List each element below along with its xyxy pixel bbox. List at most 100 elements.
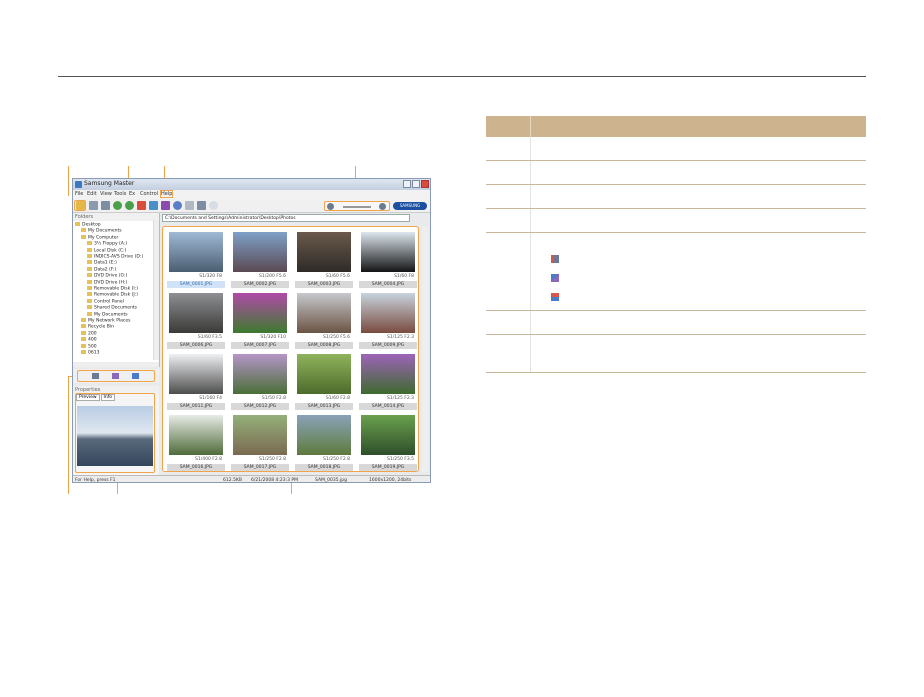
tab-info[interactable]: Info — [100, 394, 116, 401]
print-icon[interactable] — [89, 201, 98, 210]
thumbnail-exif: S1/400 F2.8 — [195, 457, 222, 462]
folder-tree-item[interactable]: 3½ Floppy (A:) — [87, 241, 127, 247]
folder-hscrollbar[interactable] — [73, 362, 159, 367]
photo-thumbnail[interactable]: S1/250 F2.8 SAM_0017.JPG — [231, 413, 289, 471]
folder-tree-item[interactable]: Shared Documents — [87, 305, 137, 311]
folder-tree-item[interactable]: 200 — [81, 330, 97, 336]
folder-label: 400 — [88, 337, 97, 343]
photo-thumbnail[interactable]: S1/60 F5.6 SAM_0003.JPG — [295, 230, 353, 288]
photo-thumbnail[interactable]: S1/125 F2.3 SAM_0014.JPG — [359, 352, 417, 410]
rotate-right-icon[interactable] — [125, 201, 134, 210]
delete-icon[interactable] — [137, 201, 146, 210]
folder-tree-item[interactable]: Data1 (E:) — [87, 260, 117, 266]
edit-view-icon[interactable] — [112, 373, 119, 379]
thumbnail-exif: S1/250 F5.6 — [323, 335, 350, 340]
disc-icon[interactable] — [209, 201, 218, 210]
folder-scrollbar[interactable] — [153, 220, 159, 360]
folder-tree-item[interactable]: My Documents — [87, 311, 128, 317]
menu-view[interactable]: View — [100, 191, 112, 197]
tab-preview[interactable]: Preview — [76, 394, 100, 401]
zoom-out-icon[interactable] — [327, 203, 334, 210]
photo-thumbnail[interactable]: S1/320 F10 SAM_0007.JPG — [231, 291, 289, 349]
thumbnail-exif: S1/320 F10 — [260, 335, 286, 340]
app-icon — [75, 181, 82, 188]
photo-thumbnail[interactable]: S1/125 F2.3 SAM_0009.JPG — [359, 291, 417, 349]
menu-control[interactable]: Control — [140, 191, 158, 197]
photo-thumbnail[interactable]: S1/250 F2.8 SAM_0018.JPG — [295, 413, 353, 471]
window-title: Samsung Master — [84, 180, 135, 187]
thumbnail-exif: S1/60 F2.8 — [325, 396, 350, 401]
folder-label: My Computer — [88, 235, 119, 241]
status-date: 6/21/2008 4:23:3 PM — [251, 478, 299, 483]
photo-thumbnail[interactable]: S1/200 F5.6 SAM_0002.JPG — [231, 230, 289, 288]
folder-tree-item[interactable]: Local Disk (C:) — [87, 247, 126, 253]
compare-view-icon[interactable] — [132, 373, 139, 379]
folder-tree-item[interactable]: My Computer — [81, 234, 119, 241]
list-icon[interactable] — [197, 201, 206, 210]
address-bar[interactable]: C:\Documents and Settings\Administrator\… — [162, 214, 410, 222]
folder-tree-item[interactable]: My Documents — [81, 228, 122, 234]
view-mode-group — [77, 370, 155, 382]
folder-tree-item[interactable]: DVD Drive (G:) — [87, 273, 127, 279]
thumbnail-image — [361, 415, 415, 455]
photo-thumbnail[interactable]: S1/60 F8 SAM_0004.JPG — [359, 230, 417, 288]
folder-tree-item[interactable]: DVD Drive (H:) — [87, 279, 127, 285]
globe-icon[interactable] — [173, 201, 182, 210]
thumbnail-exif: S1/125 F2.3 — [387, 396, 414, 401]
folder-label: Removable Disk (I:) — [94, 286, 139, 292]
folder-icon — [81, 350, 86, 354]
folder-icon — [87, 273, 92, 278]
folder-icon — [87, 305, 92, 310]
thumbnail-view-icon[interactable] — [92, 373, 99, 379]
minimize-button[interactable] — [403, 180, 411, 188]
photo-thumbnail[interactable]: S1/250 F5.6 SAM_0008.JPG — [295, 291, 353, 349]
menu-tools[interactable]: Tools — [114, 191, 126, 197]
grid-scrollbar[interactable] — [422, 226, 428, 472]
refresh-icon[interactable] — [149, 201, 158, 210]
photo-thumbnail[interactable]: S1/250 F3.5 SAM_0019.JPG — [359, 413, 417, 471]
menu-edit[interactable]: Edit — [87, 191, 97, 197]
save-icon[interactable] — [101, 201, 110, 210]
folder-tree-item[interactable]: Desktop — [75, 222, 101, 228]
folder-tree-item[interactable]: Recycle Bin — [81, 324, 114, 330]
thumbnail-image — [297, 232, 351, 272]
menu-file[interactable]: File — [75, 191, 83, 197]
zoom-in-icon[interactable] — [379, 203, 386, 210]
thumbnail-filename: SAM_0007.JPG — [231, 342, 289, 349]
folder-tree-item[interactable]: Control Panel — [87, 298, 124, 305]
zoom-slider[interactable] — [343, 206, 371, 208]
folder-tree-item[interactable]: Removable Disk (J:) — [87, 292, 138, 298]
folder-tree-item[interactable]: Data2 (F:) — [87, 266, 116, 272]
photo-thumbnail[interactable]: S1/50 F2.8 SAM_0012.JPG — [231, 352, 289, 410]
edit-icon[interactable] — [161, 201, 170, 210]
photo-thumbnail[interactable]: S1/60 F3.5 SAM_0006.JPG — [167, 291, 225, 349]
status-bar: For Help, press F1 612.5KB 6/21/2008 4:2… — [73, 475, 430, 483]
thumbnail-filename: SAM_0001.JPG — [167, 281, 225, 288]
edit-view-icon — [551, 274, 559, 282]
column-divider — [530, 185, 531, 208]
open-folder-icon[interactable] — [76, 201, 85, 210]
samsung-master-window: Samsung Master File Edit View Tools Ex C… — [72, 178, 431, 483]
rotate-left-icon[interactable] — [113, 201, 122, 210]
folder-tree-item[interactable]: 400 — [81, 337, 97, 343]
photo-thumbnail[interactable]: S1/60 F2.8 SAM_0013.JPG — [295, 352, 353, 410]
photo-thumbnail[interactable]: S1/400 F2.8 SAM_0016.JPG — [167, 413, 225, 471]
photo-thumbnail[interactable]: S1/160 F4 SAM_0011.JPG — [167, 352, 225, 410]
thumbnail-exif: S1/125 F2.3 — [387, 335, 414, 340]
photo-thumbnail[interactable]: S1/320 F8 SAM_0001.JPG — [167, 230, 225, 288]
folder-tree-item[interactable]: Removable Disk (I:) — [87, 286, 138, 292]
thumbnail-filename: SAM_0017.JPG — [231, 464, 289, 471]
thumbnail-exif: S1/60 F8 — [394, 274, 414, 279]
toolbar: SAMSUNG — [73, 199, 430, 213]
panel-icon[interactable] — [185, 201, 194, 210]
menu-ex[interactable]: Ex — [129, 191, 135, 197]
folder-tree-item[interactable]: 500 — [81, 343, 97, 349]
folder-tree-item[interactable]: INDICS-AVS Drive (D:) — [87, 254, 143, 260]
close-button[interactable] — [421, 180, 429, 188]
table-row — [486, 311, 866, 335]
folder-label: Control Panel — [94, 299, 124, 305]
folder-tree-item[interactable]: My Network Places — [81, 318, 131, 324]
folder-tree-item[interactable]: 0613 — [81, 350, 99, 356]
maximize-button[interactable] — [412, 180, 420, 188]
menu-help[interactable]: Help — [159, 190, 174, 198]
